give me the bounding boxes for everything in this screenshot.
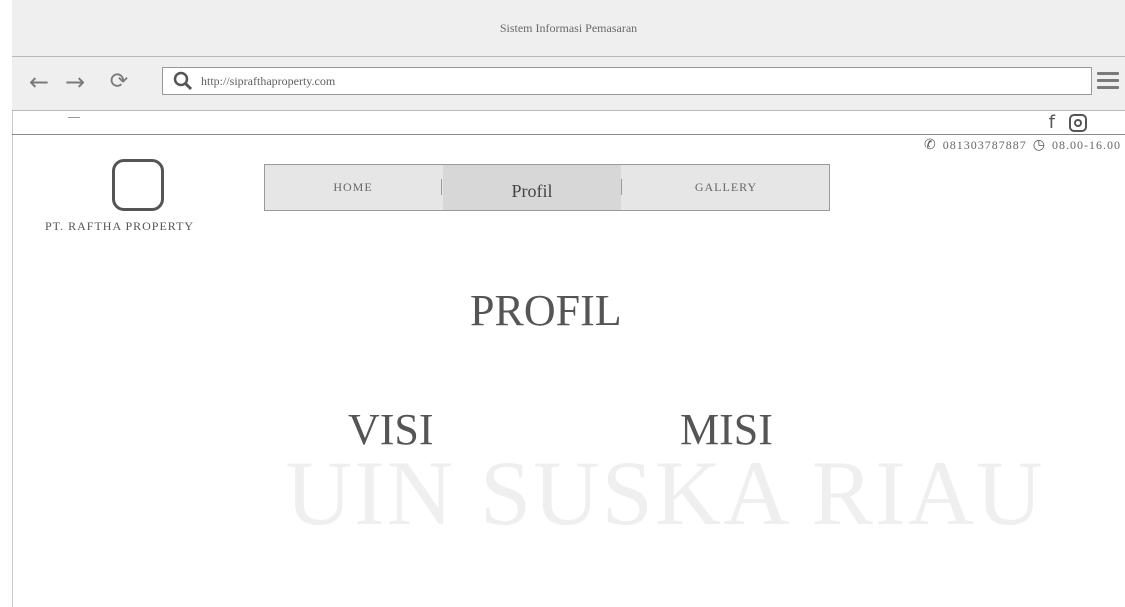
address-bar[interactable]: http://siprafthaproperty.com bbox=[162, 67, 1092, 95]
clock-icon: ◷ bbox=[1032, 137, 1046, 153]
window-titlebar: Sistem Informasi Pemasaran bbox=[12, 0, 1125, 57]
nav-separator bbox=[621, 179, 622, 195]
page-title: PROFIL bbox=[470, 286, 622, 335]
contact-info: ✆ 081303787887 ◷ 08.00-16.00 bbox=[924, 137, 1121, 153]
divider bbox=[68, 117, 80, 118]
main-nav: HOME Profil GALLERY bbox=[264, 164, 830, 211]
reload-icon[interactable]: ⟳ bbox=[106, 69, 132, 95]
window-title: Sistem Informasi Pemasaran bbox=[499, 20, 638, 35]
phone-number: 081303787887 bbox=[942, 137, 1027, 152]
search-icon bbox=[173, 71, 193, 91]
url-text: http://siprafthaproperty.com bbox=[201, 73, 336, 88]
business-hours: 08.00-16.00 bbox=[1052, 137, 1121, 152]
forward-arrow-icon[interactable]: → bbox=[62, 69, 88, 95]
menu-icon[interactable] bbox=[1097, 72, 1119, 93]
nav-home[interactable]: HOME bbox=[265, 165, 441, 210]
facebook-icon[interactable]: f bbox=[1049, 112, 1055, 133]
nav-gallery[interactable]: GALLERY bbox=[623, 165, 829, 210]
instagram-icon[interactable] bbox=[1069, 113, 1087, 132]
phone-icon: ✆ bbox=[924, 137, 937, 153]
nav-separator bbox=[441, 179, 442, 195]
back-arrow-icon[interactable]: ← bbox=[26, 69, 52, 95]
company-logo[interactable] bbox=[112, 159, 164, 211]
site-top-strip: f bbox=[12, 111, 1125, 135]
company-name: PT. RAFTHA PROPERTY bbox=[45, 219, 195, 233]
social-links: f bbox=[1049, 112, 1087, 133]
nav-profil[interactable]: Profil bbox=[443, 165, 621, 210]
browser-toolbar: ← → ⟳ http://siprafthaproperty.com bbox=[12, 57, 1125, 111]
watermark-text: UIN SUSKA RIAU bbox=[285, 442, 1045, 544]
